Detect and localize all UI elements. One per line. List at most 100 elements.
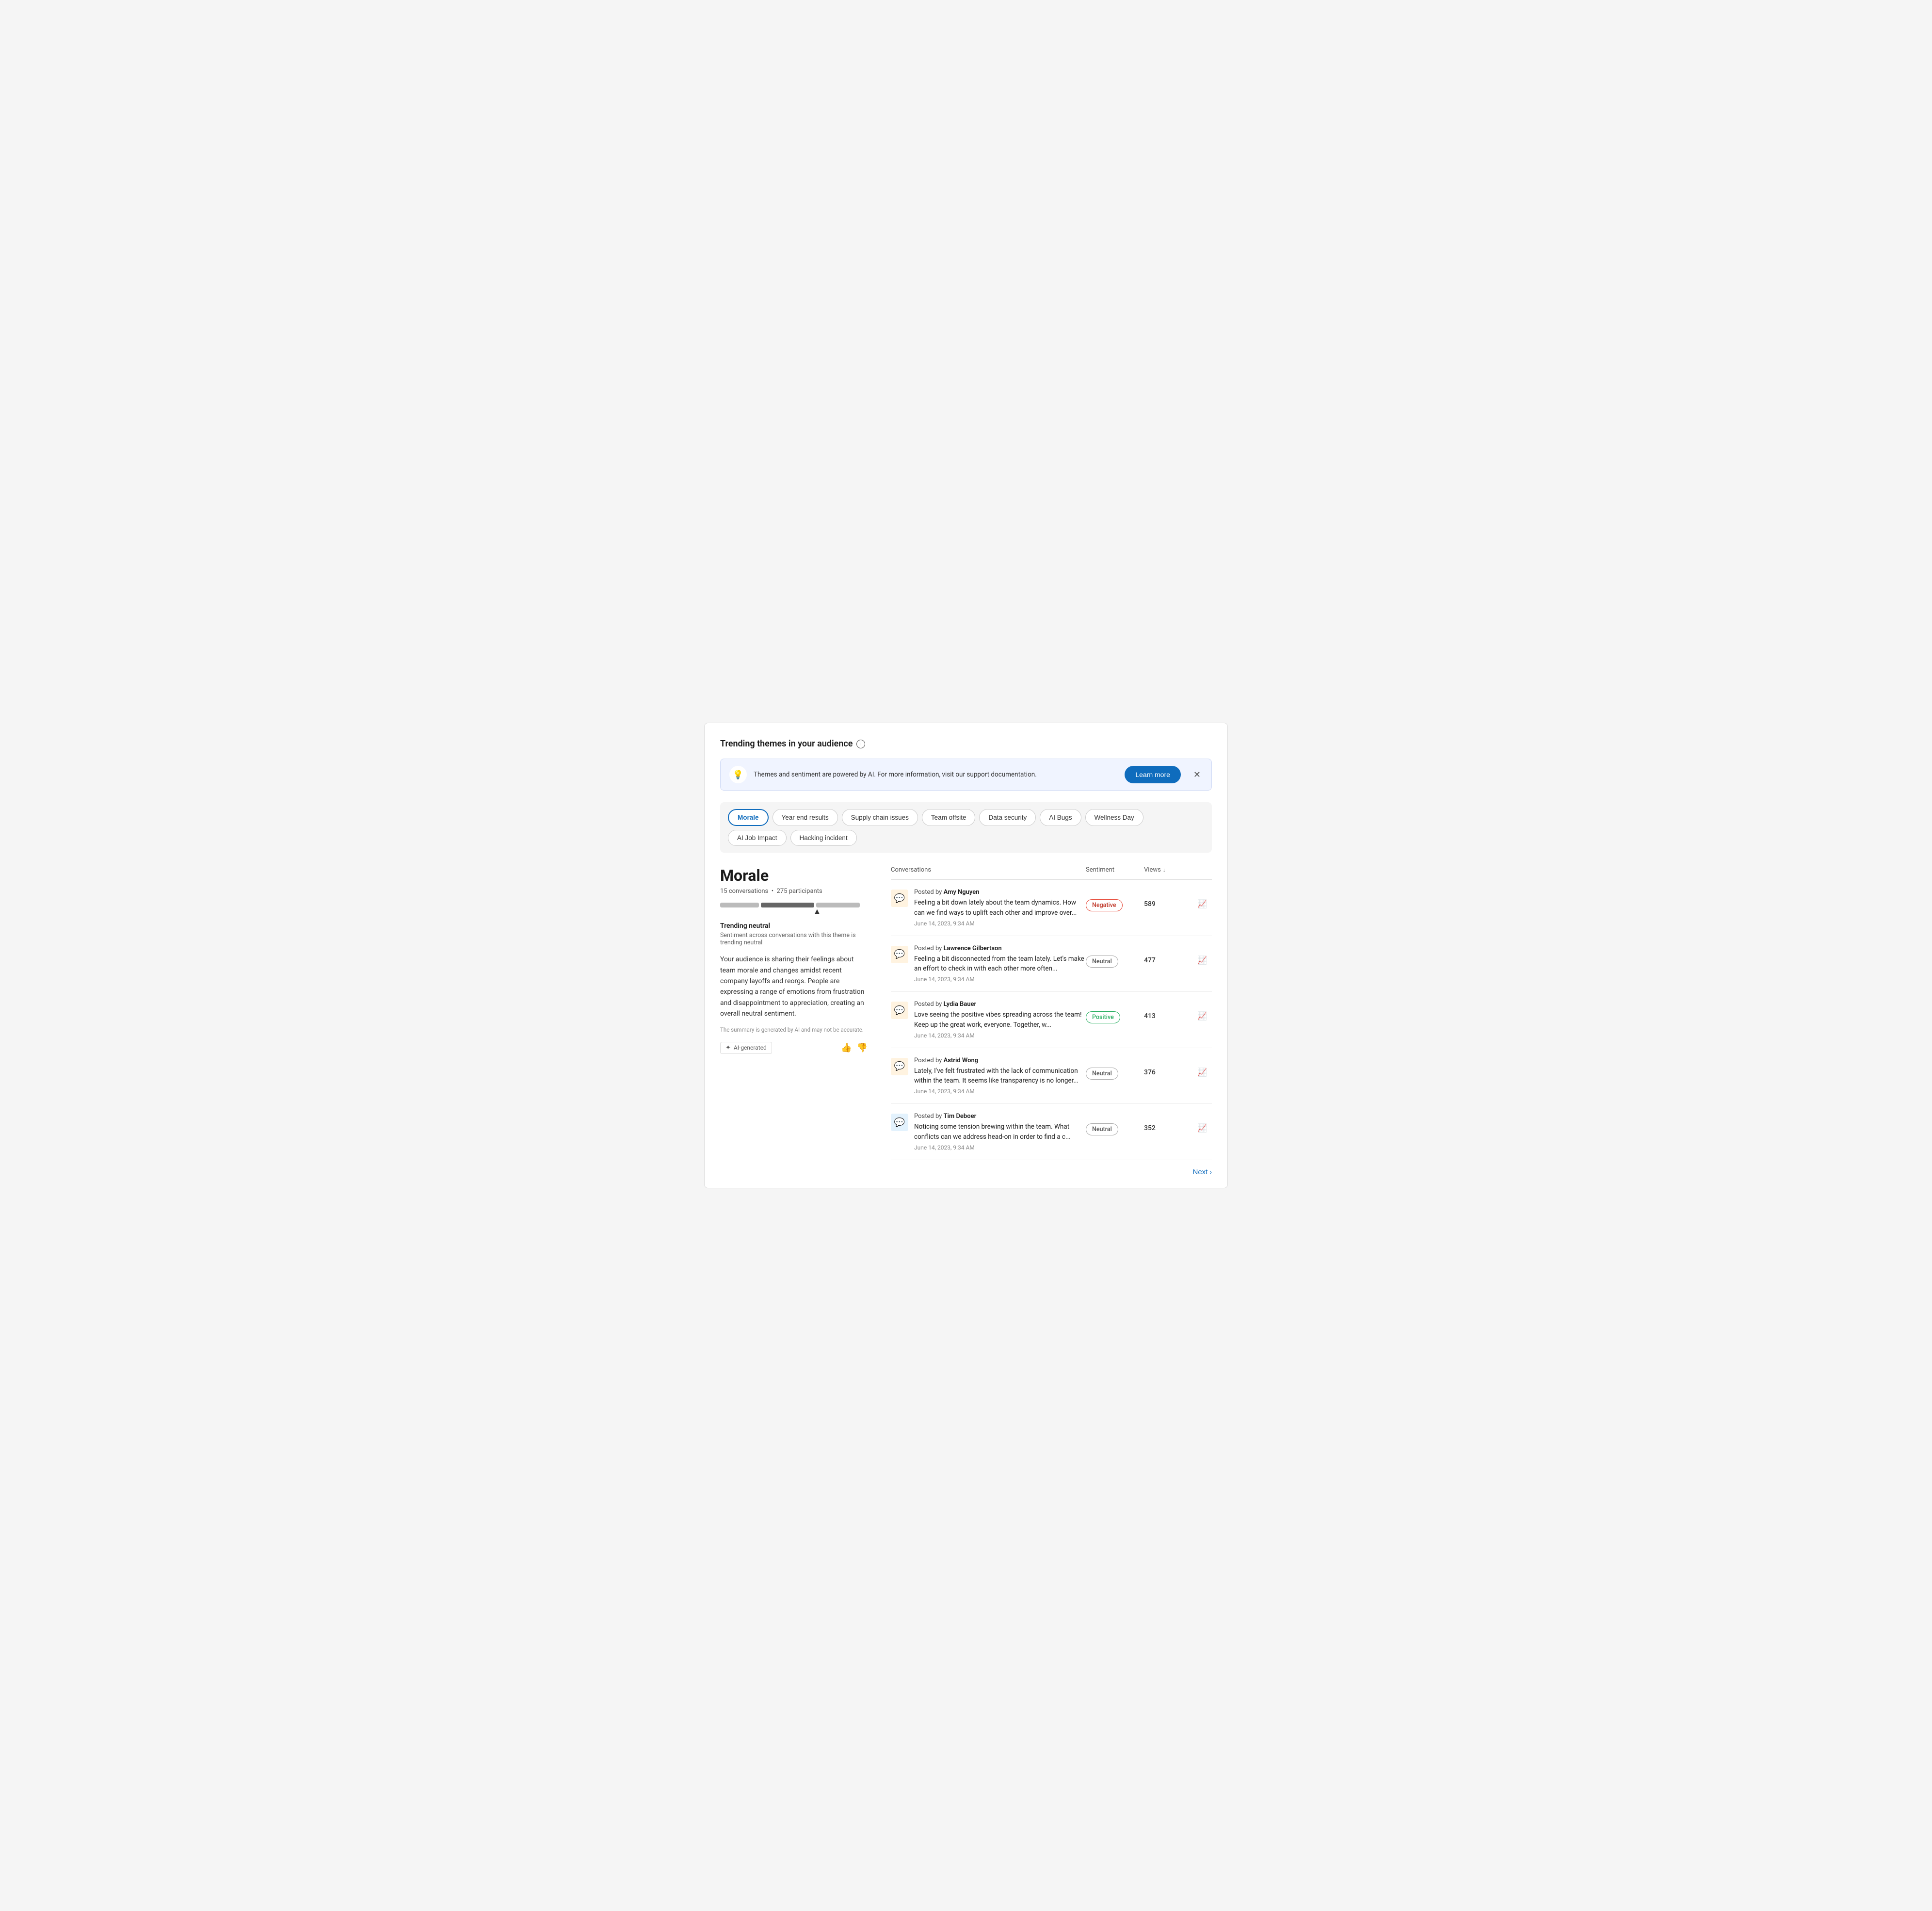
close-banner-button[interactable]: ✕ [1191, 768, 1203, 782]
conv-action-1[interactable]: 📈 [1192, 889, 1212, 909]
conv-date-4: June 14, 2023, 9:34 AM [914, 1088, 1086, 1095]
bar-negative [720, 903, 759, 907]
conv-action-4[interactable]: 📈 [1192, 1057, 1212, 1077]
thumbs-down-button[interactable]: 👎 [857, 1043, 868, 1053]
conv-date-2: June 14, 2023, 9:34 AM [914, 976, 1086, 983]
thumbs-up-button[interactable]: 👍 [841, 1043, 852, 1053]
conv-action-3[interactable]: 📈 [1192, 1001, 1212, 1021]
tab-supply-chain-issues[interactable]: Supply chain issues [842, 809, 918, 826]
ai-banner: 💡 Themes and sentiment are powered by AI… [720, 759, 1212, 791]
col-header-views[interactable]: Views ↓ [1144, 866, 1192, 874]
conv-body-4: Posted by Astrid Wong Lately, I've felt … [914, 1057, 1086, 1095]
view-trend-button-1[interactable]: 📈 [1197, 899, 1207, 909]
tab-ai-job-impact[interactable]: AI Job Impact [728, 830, 787, 846]
conv-author-2: Posted by Lawrence Gilbertson [914, 945, 1086, 952]
ai-banner-text: Themes and sentiment are powered by AI. … [754, 771, 1118, 778]
conv-author-1: Posted by Amy Nguyen [914, 889, 1086, 896]
table-row: 💬 Posted by Amy Nguyen Feeling a bit dow… [891, 880, 1212, 936]
conv-sentiment-2: Neutral [1086, 945, 1144, 968]
col-header-conversations: Conversations [891, 866, 1086, 874]
conv-views-5: 352 [1144, 1113, 1192, 1132]
bar-neutral [761, 903, 814, 907]
main-container: Trending themes in your audience i 💡 The… [704, 723, 1228, 1188]
tab-hacking-incident[interactable]: Hacking incident [790, 830, 857, 846]
conv-sentiment-3: Positive [1086, 1001, 1144, 1023]
conv-body-2: Posted by Lawrence Gilbertson Feeling a … [914, 945, 1086, 983]
conv-author-5: Posted by Tim Deboer [914, 1113, 1086, 1120]
ai-banner-icon: 💡 [729, 766, 747, 783]
conv-views-3: 413 [1144, 1001, 1192, 1020]
sentiment-bar-wrapper: ▲ [720, 903, 868, 907]
ai-disclaimer: The summary is generated by AI and may n… [720, 1026, 868, 1033]
view-trend-button-2[interactable]: 📈 [1197, 956, 1207, 965]
conv-text-1: Feeling a bit down lately about the team… [914, 898, 1086, 918]
conv-icon-1: 💬 [891, 890, 908, 907]
tab-data-security[interactable]: Data security [979, 809, 1036, 826]
title-row: Trending themes in your audience i [720, 739, 1212, 749]
conv-sentiment-5: Neutral [1086, 1113, 1144, 1135]
conv-text-5: Noticing some tension brewing within the… [914, 1122, 1086, 1142]
conversations-header: Conversations Sentiment Views ↓ [891, 866, 1212, 880]
conv-date-3: June 14, 2023, 9:34 AM [914, 1032, 1086, 1039]
right-panel: Conversations Sentiment Views ↓ 💬 Posted… [891, 866, 1212, 1176]
conv-text-4: Lately, I've felt frustrated with the la… [914, 1066, 1086, 1086]
tab-morale[interactable]: Morale [728, 809, 769, 826]
sort-icon: ↓ [1163, 867, 1166, 873]
view-trend-button-4[interactable]: 📈 [1197, 1068, 1207, 1077]
sentiment-badge-1: Negative [1086, 899, 1123, 911]
conv-action-5[interactable]: 📈 [1192, 1113, 1212, 1133]
trending-label: Trending neutral [720, 922, 868, 930]
view-trend-button-3[interactable]: 📈 [1197, 1011, 1207, 1021]
conv-icon-3: 💬 [891, 1002, 908, 1019]
theme-meta: 15 conversations • 275 participants [720, 888, 868, 895]
conv-date-1: June 14, 2023, 9:34 AM [914, 920, 1086, 927]
conv-sentiment-1: Negative [1086, 889, 1144, 911]
conv-icon-4: 💬 [891, 1058, 908, 1075]
table-row: 💬 Posted by Lydia Bauer Love seeing the … [891, 992, 1212, 1048]
sentiment-badge-2: Neutral [1086, 956, 1118, 968]
conv-views-1: 589 [1144, 889, 1192, 908]
ai-footer: ✦ AI-generated 👍 👎 [720, 1042, 868, 1054]
tab-year-end-results[interactable]: Year end results [773, 809, 838, 826]
sentiment-badge-3: Positive [1086, 1011, 1120, 1023]
bar-positive [816, 903, 860, 907]
conv-action-2[interactable]: 📈 [1192, 945, 1212, 965]
sentiment-bar: ▲ [720, 903, 868, 907]
tab-ai-bugs[interactable]: AI Bugs [1040, 809, 1081, 826]
conv-author-4: Posted by Astrid Wong [914, 1057, 1086, 1064]
conv-body-5: Posted by Tim Deboer Noticing some tensi… [914, 1113, 1086, 1151]
conv-text-3: Love seeing the positive vibes spreading… [914, 1010, 1086, 1030]
left-panel: Morale 15 conversations • 275 participan… [720, 866, 875, 1176]
page-title: Trending themes in your audience [720, 739, 853, 749]
view-trend-button-5[interactable]: 📈 [1197, 1123, 1207, 1133]
tab-team-offsite[interactable]: Team offsite [922, 809, 976, 826]
conv-text-2: Feeling a bit disconnected from the team… [914, 954, 1086, 974]
bar-indicator: ▲ [813, 907, 821, 916]
ai-generated-badge: ✦ AI-generated [720, 1042, 772, 1054]
participants-count: 275 participants [777, 888, 822, 895]
table-row: 💬 Posted by Astrid Wong Lately, I've fel… [891, 1048, 1212, 1104]
next-button[interactable]: Next › [1192, 1168, 1212, 1176]
learn-more-button[interactable]: Learn more [1125, 766, 1181, 783]
table-row: 💬 Posted by Tim Deboer Noticing some ten… [891, 1104, 1212, 1160]
sentiment-badge-4: Neutral [1086, 1068, 1118, 1080]
conv-date-5: June 14, 2023, 9:34 AM [914, 1144, 1086, 1151]
sparkle-icon: ✦ [725, 1044, 731, 1052]
tab-wellness-day[interactable]: Wellness Day [1085, 809, 1143, 826]
conv-author-3: Posted by Lydia Bauer [914, 1001, 1086, 1008]
conv-sentiment-4: Neutral [1086, 1057, 1144, 1080]
trending-desc: Sentiment across conversations with this… [720, 932, 868, 946]
theme-name: Morale [720, 866, 868, 885]
conv-views-4: 376 [1144, 1057, 1192, 1076]
ai-generated-label: AI-generated [734, 1044, 767, 1051]
main-content: Morale 15 conversations • 275 participan… [720, 866, 1212, 1176]
conv-views-2: 477 [1144, 945, 1192, 964]
theme-summary: Your audience is sharing their feelings … [720, 954, 868, 1019]
table-row: 💬 Posted by Lawrence Gilbertson Feeling … [891, 936, 1212, 992]
pagination: Next › [891, 1160, 1212, 1176]
info-icon[interactable]: i [856, 740, 865, 748]
sentiment-badge-5: Neutral [1086, 1123, 1118, 1135]
conversations-count: 15 conversations [720, 888, 768, 895]
feedback-buttons: 👍 👎 [841, 1043, 868, 1053]
conv-body-3: Posted by Lydia Bauer Love seeing the po… [914, 1001, 1086, 1039]
